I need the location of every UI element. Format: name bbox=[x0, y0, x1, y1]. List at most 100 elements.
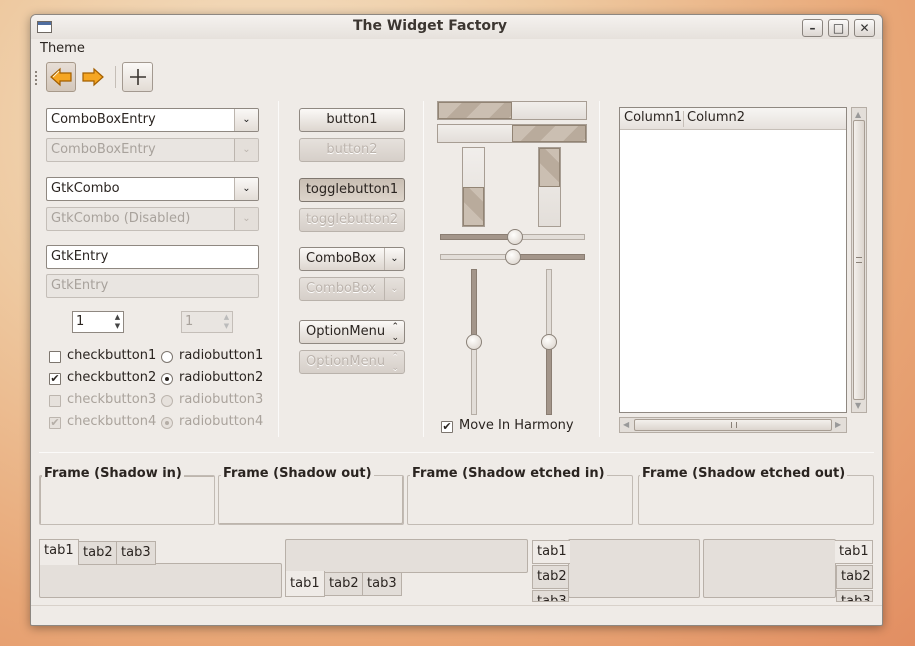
notebook-bottom-tab2[interactable]: tab2 bbox=[324, 572, 364, 596]
button1[interactable]: button1 bbox=[299, 108, 405, 132]
vscale-fill bbox=[546, 342, 552, 415]
frame-shadow-etched-out-label: Frame (Shadow etched out) bbox=[640, 466, 848, 481]
toolbar bbox=[31, 61, 882, 93]
scroll-up-icon[interactable]: ▲ bbox=[855, 110, 861, 119]
window-title: The Widget Factory bbox=[352, 18, 508, 34]
frame-shadow-etched-in-label: Frame (Shadow etched in) bbox=[410, 466, 607, 481]
checkbutton2-box[interactable]: ✔ bbox=[49, 373, 61, 385]
minimize-button[interactable]: – bbox=[802, 19, 823, 37]
checkbutton4-label: checkbutton4 bbox=[67, 414, 157, 429]
column-separator bbox=[599, 101, 600, 437]
progress-fill bbox=[438, 102, 512, 119]
notebook-top-tab3[interactable]: tab3 bbox=[116, 541, 156, 565]
column2-header[interactable]: Column2 bbox=[687, 108, 745, 128]
menu-theme[interactable]: Theme bbox=[40, 41, 85, 56]
close-button[interactable]: ✕ bbox=[854, 19, 875, 37]
spin-arrows-icon[interactable]: ▲ ▼ bbox=[113, 313, 122, 331]
combobox-disabled: ComboBox ⌄ bbox=[299, 277, 405, 301]
scroll-left-icon[interactable]: ◀ bbox=[623, 420, 629, 429]
vertical-scrollbar[interactable]: ▲ ▼ bbox=[851, 107, 867, 413]
checkbutton2-label[interactable]: checkbutton2 bbox=[67, 370, 156, 385]
notebook-right-tab2[interactable]: tab2 bbox=[836, 565, 873, 589]
combobox-disabled-label: ComboBox bbox=[306, 281, 377, 296]
grip-icon bbox=[856, 257, 862, 263]
combobox[interactable]: ComboBox ⌄ bbox=[299, 247, 405, 271]
move-in-harmony-checkbox[interactable]: ✔ bbox=[441, 421, 453, 433]
updown-icon: ⌃ ⌄ bbox=[391, 352, 399, 373]
gtk-combo[interactable]: GtkCombo ⌄ bbox=[46, 177, 259, 201]
hscale-fill bbox=[513, 254, 585, 260]
scroll-down-icon[interactable]: ▼ bbox=[855, 401, 861, 410]
column-separator bbox=[278, 101, 279, 437]
column1-header[interactable]: Column1 bbox=[624, 108, 682, 128]
radiobutton2-label[interactable]: radiobutton2 bbox=[179, 370, 263, 385]
scrollbar-thumb[interactable] bbox=[634, 419, 832, 431]
combo-box-entry-disabled-text: ComboBoxEntry bbox=[51, 142, 156, 157]
combobox-label: ComboBox bbox=[306, 251, 377, 266]
go-forward-icon bbox=[82, 67, 104, 87]
maximize-button[interactable]: □ bbox=[828, 19, 849, 37]
option-menu-label: OptionMenu bbox=[306, 324, 386, 339]
tree-view-header: Column1 Column2 bbox=[620, 108, 846, 130]
progress-bar-horizontal-2 bbox=[437, 124, 587, 143]
checkbutton1-box[interactable] bbox=[49, 351, 61, 363]
hscale-2[interactable] bbox=[440, 249, 585, 265]
notebook-top-tab2[interactable]: tab2 bbox=[78, 541, 118, 565]
progress-bar-vertical-1 bbox=[462, 147, 485, 227]
notebook-bottom-tab3[interactable]: tab3 bbox=[362, 572, 402, 596]
tree-view[interactable]: Column1 Column2 bbox=[619, 107, 847, 413]
chevron-down-icon[interactable]: ⌄ bbox=[234, 178, 258, 200]
radiobutton2-circle[interactable] bbox=[161, 373, 173, 385]
vscale-2[interactable] bbox=[541, 269, 557, 415]
go-back-icon bbox=[50, 67, 72, 87]
button2: button2 bbox=[299, 138, 405, 162]
chevron-down-icon: ⌄ bbox=[234, 208, 258, 230]
vscale-fill bbox=[471, 269, 477, 342]
notebook-right-tab1[interactable]: tab1 bbox=[835, 540, 873, 564]
progress-fill bbox=[463, 187, 484, 226]
hscale-1[interactable] bbox=[440, 229, 585, 245]
chevron-down-icon[interactable]: ⌄ bbox=[234, 109, 258, 131]
notebook-top-tab1[interactable]: tab1 bbox=[39, 539, 79, 565]
hscale-knob[interactable] bbox=[505, 249, 521, 265]
spin-arrows-icon: ▲ ▼ bbox=[223, 313, 230, 330]
add-button[interactable] bbox=[122, 62, 153, 92]
vscale-1[interactable] bbox=[466, 269, 482, 415]
checkbutton1-label[interactable]: checkbutton1 bbox=[67, 348, 156, 363]
notebook-bottom-tab1[interactable]: tab1 bbox=[285, 571, 325, 597]
checkbutton3-box bbox=[49, 395, 61, 407]
spin-button[interactable]: 1 ▲ ▼ bbox=[72, 311, 124, 333]
spin-button-value: 1 bbox=[76, 314, 85, 329]
combo-box-entry[interactable]: ComboBoxEntry ⌄ bbox=[46, 108, 259, 132]
toolbar-grip-handle[interactable] bbox=[35, 71, 39, 85]
vscale-knob[interactable] bbox=[541, 334, 557, 350]
scroll-right-icon[interactable]: ▶ bbox=[835, 420, 841, 429]
column-divider bbox=[683, 111, 684, 127]
scrollbar-thumb[interactable] bbox=[853, 120, 865, 400]
title-bar[interactable]: The Widget Factory – □ ✕ bbox=[31, 15, 882, 39]
horizontal-scrollbar[interactable]: ◀ ▶ bbox=[619, 417, 847, 433]
forward-button[interactable] bbox=[78, 62, 108, 92]
notebook-right-tab3[interactable]: tab3 bbox=[836, 590, 873, 602]
togglebutton1[interactable]: togglebutton1 bbox=[299, 178, 405, 202]
hscale-knob[interactable] bbox=[507, 229, 523, 245]
vscale-knob[interactable] bbox=[466, 334, 482, 350]
notebook-left-tab3[interactable]: tab3 bbox=[532, 590, 569, 602]
frame-shadow-out-label: Frame (Shadow out) bbox=[221, 466, 374, 481]
radiobutton4-circle bbox=[161, 417, 173, 429]
frame-shadow-etched-out bbox=[638, 475, 874, 525]
add-icon bbox=[129, 69, 146, 85]
radiobutton1-label[interactable]: radiobutton1 bbox=[179, 348, 263, 363]
notebook-left-tab1[interactable]: tab1 bbox=[532, 540, 570, 564]
maximize-icon: □ bbox=[832, 21, 845, 35]
notebook-left-tab2[interactable]: tab2 bbox=[532, 565, 569, 589]
gtk-entry[interactable]: GtkEntry bbox=[46, 245, 259, 269]
checkbutton3-label: checkbutton3 bbox=[67, 392, 157, 407]
frame-shadow-out bbox=[218, 475, 404, 525]
combo-box-entry-disabled: ComboBoxEntry ⌄ bbox=[46, 138, 259, 162]
option-menu[interactable]: OptionMenu ⌃ ⌄ bbox=[299, 320, 405, 344]
radiobutton1-circle[interactable] bbox=[161, 351, 173, 363]
move-in-harmony-label[interactable]: Move In Harmony bbox=[459, 418, 574, 433]
progress-fill bbox=[512, 125, 586, 142]
back-button[interactable] bbox=[46, 62, 76, 92]
